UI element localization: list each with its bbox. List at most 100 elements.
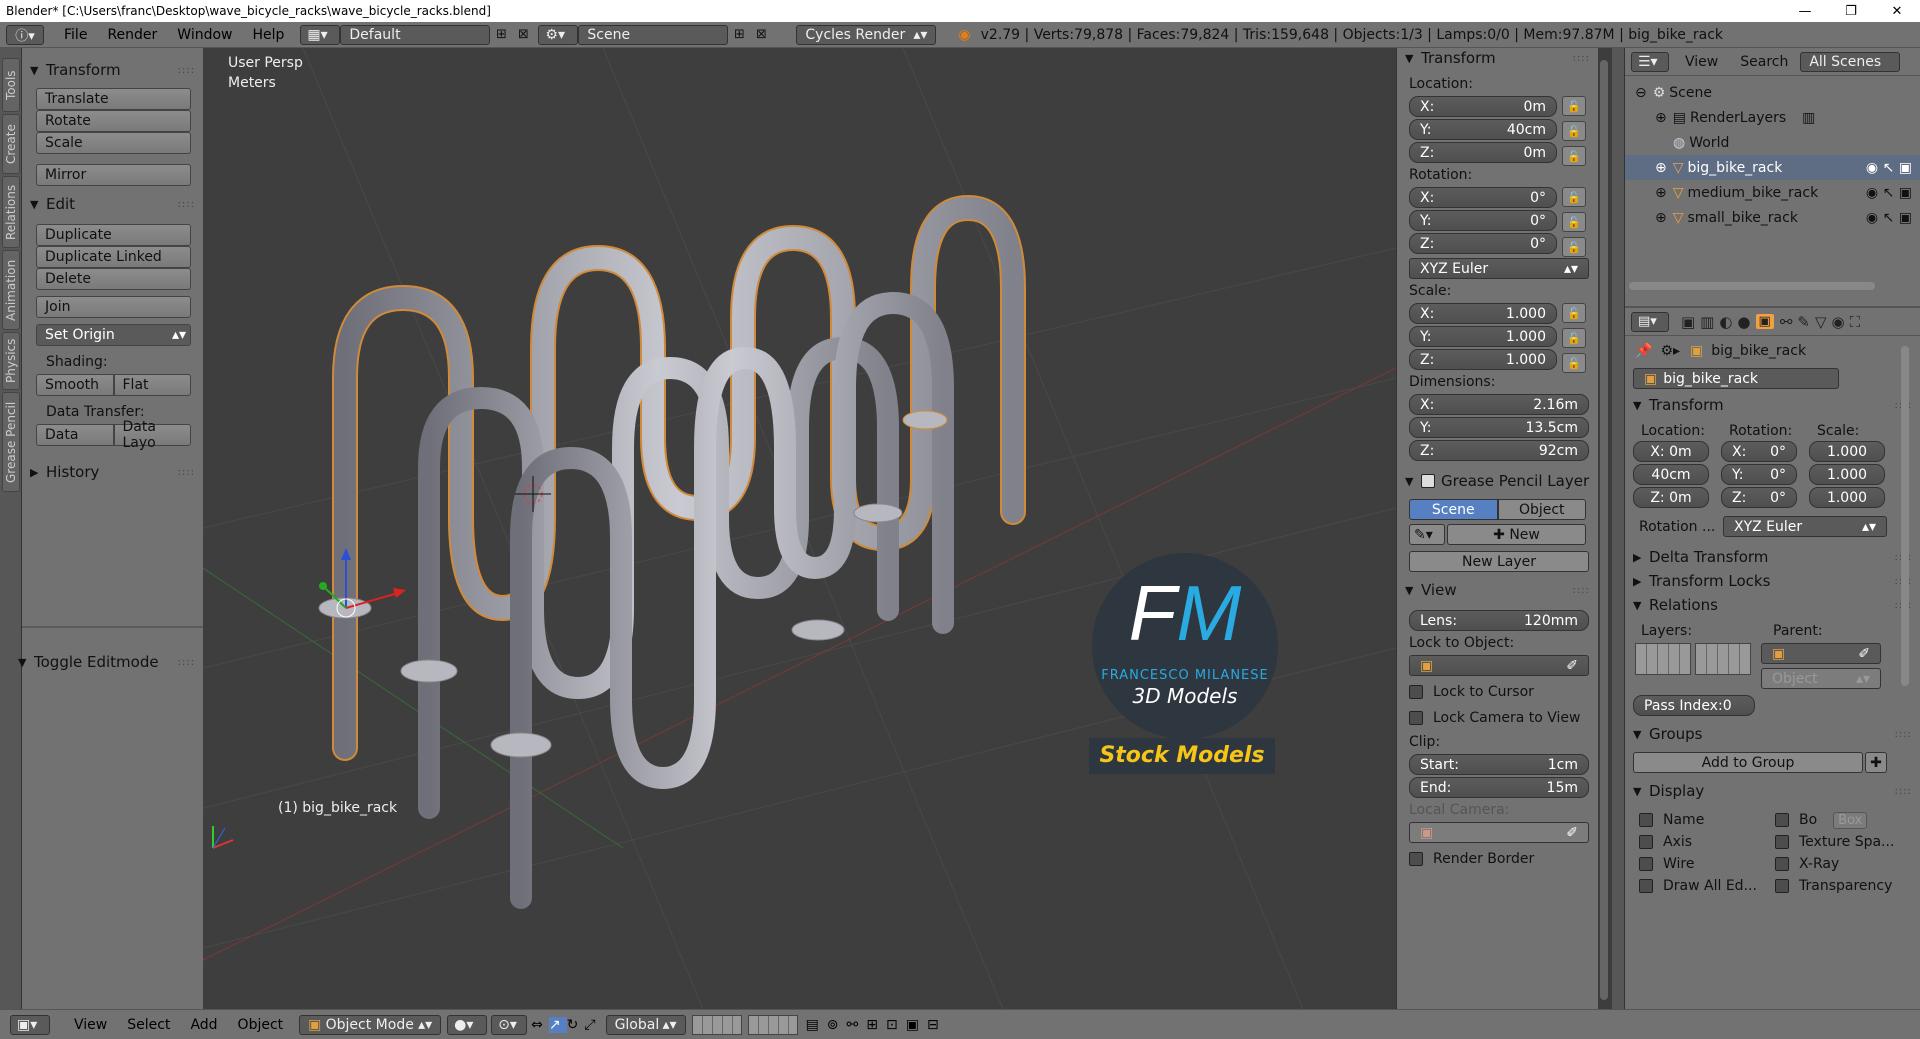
orientation-dropdown[interactable]: Global ▴▾ <box>605 1014 686 1035</box>
dimension-x-field[interactable]: X: 2.16m <box>1409 394 1589 415</box>
grip-icon[interactable]: :::: <box>178 65 195 76</box>
delete-button[interactable]: Delete <box>36 268 191 290</box>
eyedropper-icon[interactable]: ✐ <box>1566 825 1578 841</box>
menu-select[interactable]: Select <box>117 1017 180 1033</box>
editor-type-3dview-icon[interactable]: ▣▾ <box>10 1014 50 1035</box>
layers-grid-2[interactable] <box>1695 643 1751 675</box>
scale-button[interactable]: Scale <box>36 132 191 154</box>
object-tab-icon[interactable]: ▣ <box>1755 314 1774 329</box>
lock-icon[interactable]: 🔓 <box>1562 303 1586 323</box>
parent-field[interactable]: ▣ ✐ <box>1761 643 1881 664</box>
bounds-type-dropdown[interactable]: Box <box>1833 811 1868 829</box>
scene-field[interactable]: Scene <box>578 24 729 45</box>
gp-scene-button[interactable]: Scene <box>1409 499 1498 520</box>
header-tool-icons[interactable]: ▤⊚⚯⊞⊡▣⊟ <box>806 1017 947 1033</box>
transform-panel-header[interactable]: ▼ Transform:::: <box>22 58 203 82</box>
grip-icon[interactable]: :::: <box>178 199 195 210</box>
outliner-h-scrollbar[interactable] <box>1629 282 1875 290</box>
expand-icon[interactable]: ⊕ <box>1655 210 1667 226</box>
display-name-checkbox[interactable]: Name <box>1639 809 1775 831</box>
scene-add-icon[interactable]: ⊞ <box>728 25 750 45</box>
layout-field[interactable]: Default <box>340 24 491 45</box>
viewport-scene[interactable] <box>203 48 1396 1009</box>
lock-icon[interactable]: 🔓 <box>1562 237 1586 257</box>
flat-button[interactable]: Flat <box>113 374 191 396</box>
data-button[interactable]: Data <box>36 424 114 446</box>
layer-buttons-1[interactable] <box>691 1014 742 1035</box>
pivot-point-icon[interactable]: ⊙▾ <box>491 1014 528 1035</box>
parent-type-dropdown[interactable]: Object ▴▾ <box>1761 668 1881 689</box>
eyedropper-icon[interactable]: ✐ <box>1858 646 1870 662</box>
location-y-field[interactable]: Y: 40cm <box>1409 119 1557 140</box>
expand-icon[interactable]: ⊕ <box>1655 160 1667 176</box>
outliner-item-medium-bike-rack[interactable]: ⊕ ▽ medium_bike_rack ◉ ↖ ▣ <box>1625 180 1920 205</box>
props-rotation-z[interactable]: Z: 0° <box>1721 487 1797 508</box>
menu-window[interactable]: Window <box>167 27 242 43</box>
scale-z-field[interactable]: Z: 1.000 <box>1409 349 1557 370</box>
menu-view[interactable]: View <box>64 1017 117 1033</box>
properties-editor-icon[interactable]: ▤▾ <box>1631 311 1669 332</box>
visibility-icons[interactable]: ◉ ↖ ▣ <box>1866 210 1912 226</box>
local-camera-field[interactable]: ▣ ✐ <box>1409 822 1589 843</box>
edit-panel-header[interactable]: ▼ Edit:::: <box>22 192 203 216</box>
gp-new-layer-button[interactable]: New Layer <box>1409 551 1589 572</box>
display-header[interactable]: ▼ Display:::: <box>1625 779 1920 803</box>
rotation-z-field[interactable]: Z: 0° <box>1409 233 1557 254</box>
props-scale-z[interactable]: 1.000 <box>1809 487 1885 508</box>
gp-object-button[interactable]: Object <box>1497 499 1586 520</box>
viewport-shading-icon[interactable]: ●▾ <box>447 1014 488 1035</box>
eyedropper-icon[interactable]: ✐ <box>1566 658 1578 674</box>
layer-buttons-2[interactable] <box>747 1014 798 1035</box>
outliner-filter-dropdown[interactable]: All Scenes <box>1800 51 1901 72</box>
props-location-z[interactable]: Z: 0m <box>1633 487 1709 508</box>
smooth-button[interactable]: Smooth <box>36 374 114 396</box>
lock-object-field[interactable]: ▣ ✐ <box>1409 655 1589 676</box>
lock-icon[interactable]: 🔓 <box>1562 212 1586 232</box>
set-origin-dropdown[interactable]: Set Origin ▴▾ <box>36 324 191 346</box>
tab-grease-pencil[interactable]: Grease Pencil <box>2 392 20 492</box>
tab-create[interactable]: Create <box>2 114 20 174</box>
delta-transform-header[interactable]: ▶Delta Transform:::: <box>1625 545 1920 569</box>
3d-viewport[interactable]: User Persp Meters (1) big_bike_rack FM F… <box>203 48 1396 1009</box>
pin-icon[interactable]: 📌 <box>1635 343 1652 359</box>
props-location-x[interactable]: X: 0m <box>1633 441 1709 462</box>
manipulator-icons[interactable]: ⇔↗↻⤢ <box>531 1016 601 1033</box>
layout-add-icon[interactable]: ⊞ <box>490 25 512 45</box>
groups-header[interactable]: ▼ Groups:::: <box>1625 722 1920 746</box>
menu-object[interactable]: Object <box>228 1017 294 1033</box>
outliner-item-renderlayers[interactable]: ⊕ ▤ RenderLayers ▥ <box>1625 105 1920 130</box>
scale-y-field[interactable]: Y: 1.000 <box>1409 326 1557 347</box>
expand-icon[interactable]: ⊕ <box>1655 185 1667 201</box>
layout-remove-icon[interactable]: ⊠ <box>512 25 534 45</box>
properties-tabs-icons-2[interactable]: ⚯✎▽◉⛶ <box>1780 313 1865 331</box>
outliner-item-world[interactable]: ◍ World <box>1625 130 1920 155</box>
outliner-item-scene[interactable]: ⊖ ⚙ Scene <box>1625 80 1920 105</box>
props-rotation-y[interactable]: Y: 0° <box>1721 464 1797 485</box>
lock-icon[interactable]: 🔓 <box>1562 353 1586 373</box>
scene-icon[interactable]: ⚙▾ <box>538 24 579 45</box>
props-scrollbar[interactable] <box>1901 346 1909 686</box>
display-wire-checkbox[interactable]: Wire <box>1639 853 1775 875</box>
lock-icon[interactable]: 🔓 <box>1562 328 1586 348</box>
grip-icon[interactable]: :::: <box>1895 729 1912 740</box>
render-engine-dropdown[interactable]: Cycles Render ▴▾ <box>796 24 937 45</box>
outliner-search-menu[interactable]: Search <box>1740 54 1788 70</box>
props-scale-y[interactable]: 1.000 <box>1809 464 1885 485</box>
properties-tabs-icons[interactable]: ▣▥◐● <box>1681 313 1756 331</box>
add-to-group-button[interactable]: Add to Group <box>1633 752 1863 773</box>
tab-physics[interactable]: Physics <box>2 332 20 390</box>
grip-icon[interactable]: :::: <box>1573 53 1590 64</box>
tab-animation[interactable]: Animation <box>2 250 20 330</box>
mirror-button[interactable]: Mirror <box>36 164 191 186</box>
translate-button[interactable]: Translate <box>36 88 191 110</box>
rotation-x-field[interactable]: X: 0° <box>1409 187 1557 208</box>
layers-grid-1[interactable] <box>1635 643 1691 675</box>
grease-pencil-checkbox[interactable] <box>1421 474 1435 488</box>
view-panel-header[interactable]: ▼ View:::: <box>1397 578 1598 602</box>
visibility-icons[interactable]: ◉ ↖ ▣ <box>1866 185 1912 201</box>
relations-header[interactable]: ▼Relations:::: <box>1625 593 1920 617</box>
rotation-mode-dropdown[interactable]: XYZ Euler ▴▾ <box>1409 258 1589 279</box>
duplicate-button[interactable]: Duplicate <box>36 224 191 246</box>
lock-icon[interactable]: 🔓 <box>1562 96 1586 116</box>
display-texture-space-checkbox[interactable]: Texture Spa... <box>1775 831 1905 853</box>
